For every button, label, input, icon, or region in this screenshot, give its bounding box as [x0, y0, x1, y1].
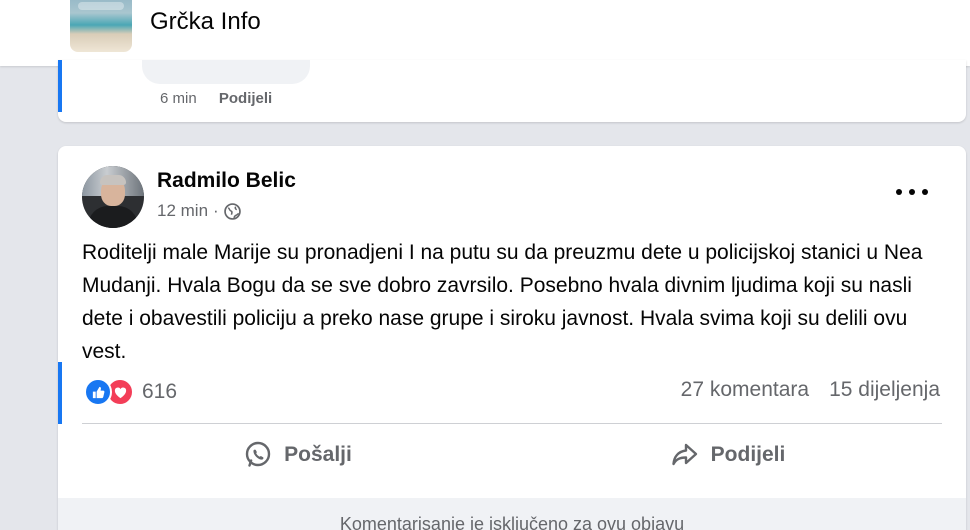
comment-bubble — [142, 60, 310, 84]
post-card: Radmilo Belic 12 min · Roditelji male Ma… — [58, 146, 966, 530]
send-button[interactable]: Pošalji — [82, 431, 512, 479]
group-cover-thumbnail[interactable] — [70, 0, 132, 52]
previous-post-card: 6 min Podijeli — [58, 60, 966, 122]
comments-disabled-notice: Komentarisanje je isključeno za ovu obja… — [58, 498, 966, 530]
group-name[interactable]: Grčka Info — [150, 8, 261, 36]
reactions-count[interactable]: 616 — [142, 380, 177, 404]
like-reaction-icon — [84, 378, 112, 406]
scroll-focus-indicator — [58, 362, 62, 424]
comment-time[interactable]: 6 min — [160, 90, 197, 107]
post-time[interactable]: 12 min — [157, 200, 208, 222]
comments-count-link[interactable]: 27 komentara — [681, 378, 809, 402]
comments-disabled-text: Komentarisanje je isključeno za ovu obja… — [339, 514, 685, 530]
engagement-stats: 27 komentara 15 dijeljenja — [681, 378, 940, 402]
share-arrow-icon — [671, 443, 697, 466]
messenger-send-icon — [245, 441, 271, 467]
reactions-summary[interactable]: 616 — [84, 378, 177, 406]
meta-separator: · — [213, 201, 219, 220]
share-button-label: Podijeli — [710, 443, 786, 466]
comment-share-link[interactable]: Podijeli — [219, 90, 272, 107]
share-button[interactable]: Podijeli — [512, 431, 942, 479]
post-actions-bar: Pošalji Podijeli — [82, 431, 942, 479]
more-options-icon[interactable] — [896, 182, 928, 202]
author-avatar[interactable] — [82, 166, 144, 228]
group-header: Grčka Info — [0, 0, 970, 66]
globe-icon[interactable] — [223, 202, 241, 220]
actions-divider — [82, 423, 942, 424]
comment-meta: 6 min Podijeli — [160, 90, 272, 107]
post-body-text: Roditelji male Marije su pronadjeni I na… — [82, 241, 923, 363]
send-button-label: Pošalji — [284, 443, 352, 466]
post-meta: 12 min · — [157, 200, 241, 222]
scroll-focus-indicator — [58, 60, 62, 112]
author-name[interactable]: Radmilo Belic — [157, 168, 296, 194]
shares-count-link[interactable]: 15 dijeljenja — [829, 378, 940, 402]
